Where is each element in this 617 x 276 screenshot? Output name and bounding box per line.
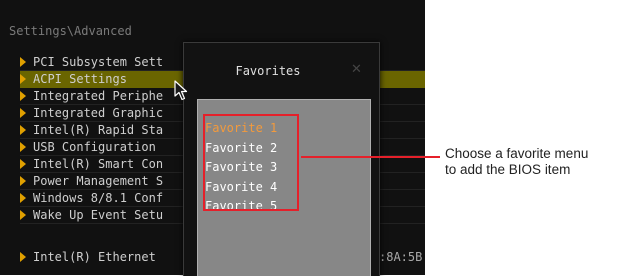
menu-item-label: Windows 8/8.1 Conf [33,191,164,205]
menu-item-label: Intel(R) Rapid Sta [33,123,164,137]
callout-line [301,156,440,158]
menu-item-label: PCI Subsystem Sett [33,55,164,69]
callout-line-1: Choose a favorite menu [445,146,589,161]
callout-line-2: to add the BIOS item [445,162,571,177]
mac-address-value: :8A:5B: [379,250,425,264]
chevron-right-icon [20,210,26,220]
menu-item-label: Wake Up Event Setu [33,208,164,222]
callout-text: Choose a favorite menu to add the BIOS i… [445,146,617,178]
chevron-right-icon [20,57,26,67]
menu-item-label: ACPI Settings [33,72,127,86]
chevron-right-icon [20,125,26,135]
menu-item-intel-ethernet[interactable]: Intel(R) Ethernet [20,250,156,264]
chevron-right-icon [20,176,26,186]
menu-item-label: Integrated Graphic [33,106,164,120]
menu-item-label: Power Management S [33,174,164,188]
breadcrumb: Settings\Advanced [9,24,132,38]
menu-item-label: Integrated Periphe [33,89,164,103]
menu-item-label: Intel(R) Smart Con [33,157,164,171]
favorites-highlight-box [203,114,299,211]
chevron-right-icon [20,193,26,203]
chevron-right-icon [20,142,26,152]
chevron-right-icon [20,91,26,101]
menu-item-label: Intel(R) Ethernet [33,250,156,264]
close-icon[interactable]: ✕ [351,63,362,77]
chevron-right-icon [20,159,26,169]
mouse-pointer-icon [174,80,188,101]
dialog-title: Favorites [235,64,301,78]
chevron-right-icon [20,252,26,262]
chevron-right-icon [20,74,26,84]
chevron-right-icon [20,108,26,118]
menu-item-label: USB Configuration [33,140,156,154]
